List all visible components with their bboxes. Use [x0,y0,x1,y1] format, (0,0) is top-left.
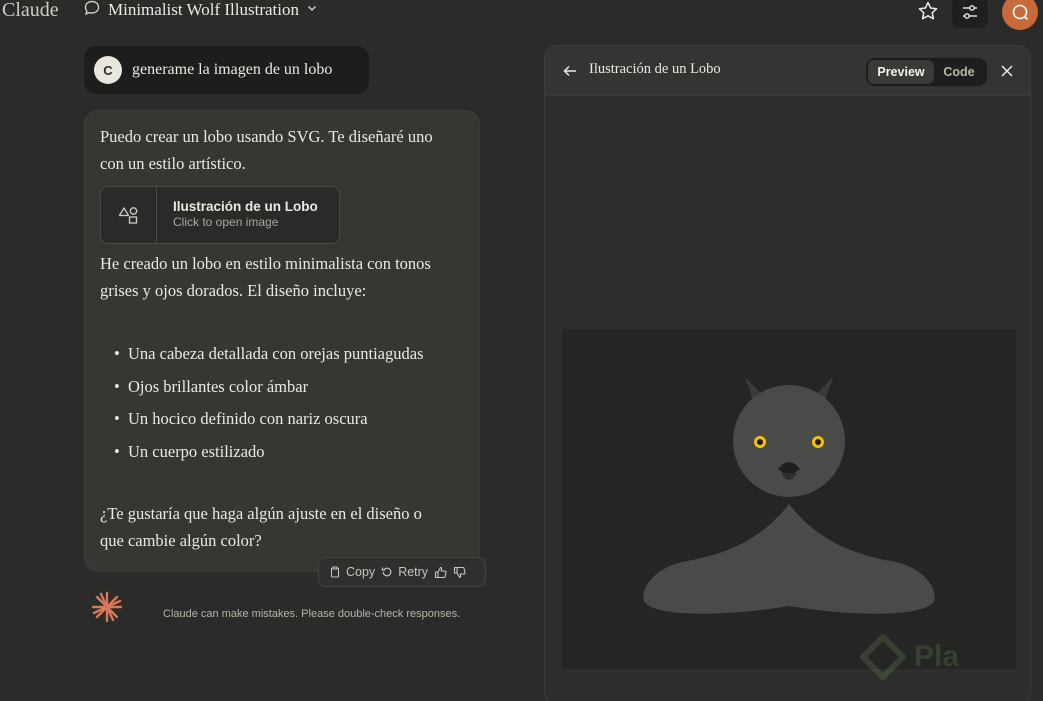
wolf-illustration [643,377,935,614]
assistant-closing: ¿Te gustaría que haga algún ajuste en el… [100,504,422,550]
artifact-preview-canvas [562,329,1016,669]
artifact-panel: Ilustración de un Lobo Preview Code [544,45,1031,701]
wolf-head [733,385,845,497]
list-item: Un hocico definido con nariz oscura [100,406,440,433]
list-item: Un cuerpo estilizado [100,439,440,466]
artifact-panel-header: Ilustración de un Lobo Preview Code [545,46,1030,96]
shapes-icon [118,207,137,224]
watermark-logo-icon [860,634,906,680]
star-button[interactable] [916,0,940,22]
user-avatar: C [94,56,122,84]
feature-list: Una cabeza detallada con orejas puntiagu… [100,341,440,471]
copy-button[interactable]: Copy [329,565,375,579]
tab-code[interactable]: Code [934,60,984,84]
artifact-card-subtitle: Click to open image [173,215,279,229]
arrow-left-icon [563,65,576,77]
list-item: Una cabeza detallada con orejas puntiagu… [100,341,440,368]
list-item: Ojos brillantes color ámbar [100,374,440,401]
artifact-card-title: Ilustración de un Lobo [173,199,318,214]
artifact-card[interactable]: Ilustración de un Lobo Click to open ima… [100,186,340,244]
copy-icon [330,566,340,578]
watermark: Pla [860,634,959,680]
back-button[interactable] [561,62,579,80]
top-bar: Claude Minimalist Wolf Illustration [0,0,1043,30]
star-icon [918,1,938,20]
artifact-panel-title: Ilustración de un Lobo [589,61,721,77]
thumbs-up-button[interactable] [434,566,447,579]
claude-spark-icon [91,591,123,623]
thumbs-down-icon [454,566,466,578]
assistant-paragraph-2: He creado un lobo en estilo minimalista … [100,254,431,300]
settings-button[interactable] [952,0,988,28]
thumbs-down-button[interactable] [453,566,466,579]
thumbs-up-icon [435,566,447,578]
user-message-text: generame la imagen de un lobo [132,61,333,78]
conversation-title: Minimalist Wolf Illustration [108,0,299,19]
chat-bubble-icon [83,0,101,22]
app-logo[interactable]: Claude [2,0,59,22]
user-message: C generame la imagen de un lobo [84,46,369,94]
copy-label: Copy [346,565,376,579]
disclaimer-text: Claude can make mistakes. Please double-… [163,608,461,620]
assistant-intro: Puedo crear un lobo usando SVG. Te diseñ… [100,127,433,173]
chevron-down-icon [306,1,318,19]
wolf-body [643,504,935,614]
retry-label: Retry [398,565,429,579]
sliders-icon [963,5,977,19]
close-icon [1001,65,1013,77]
search-chat-icon [1012,4,1029,21]
view-toggle: Preview Code [866,58,987,86]
watermark-text: Pla [914,640,960,673]
conversation-title-menu[interactable]: Minimalist Wolf Illustration [83,0,318,20]
message-action-bar: Copy Retry [318,557,486,587]
retry-icon [382,567,392,577]
artifact-icon-box [101,187,157,243]
retry-button[interactable]: Retry [381,565,428,579]
close-button[interactable] [998,62,1016,80]
tab-preview[interactable]: Preview [868,60,934,84]
assistant-message: Puedo crear un lobo usando SVG. Te diseñ… [84,110,480,572]
account-avatar-button[interactable] [1002,0,1038,30]
